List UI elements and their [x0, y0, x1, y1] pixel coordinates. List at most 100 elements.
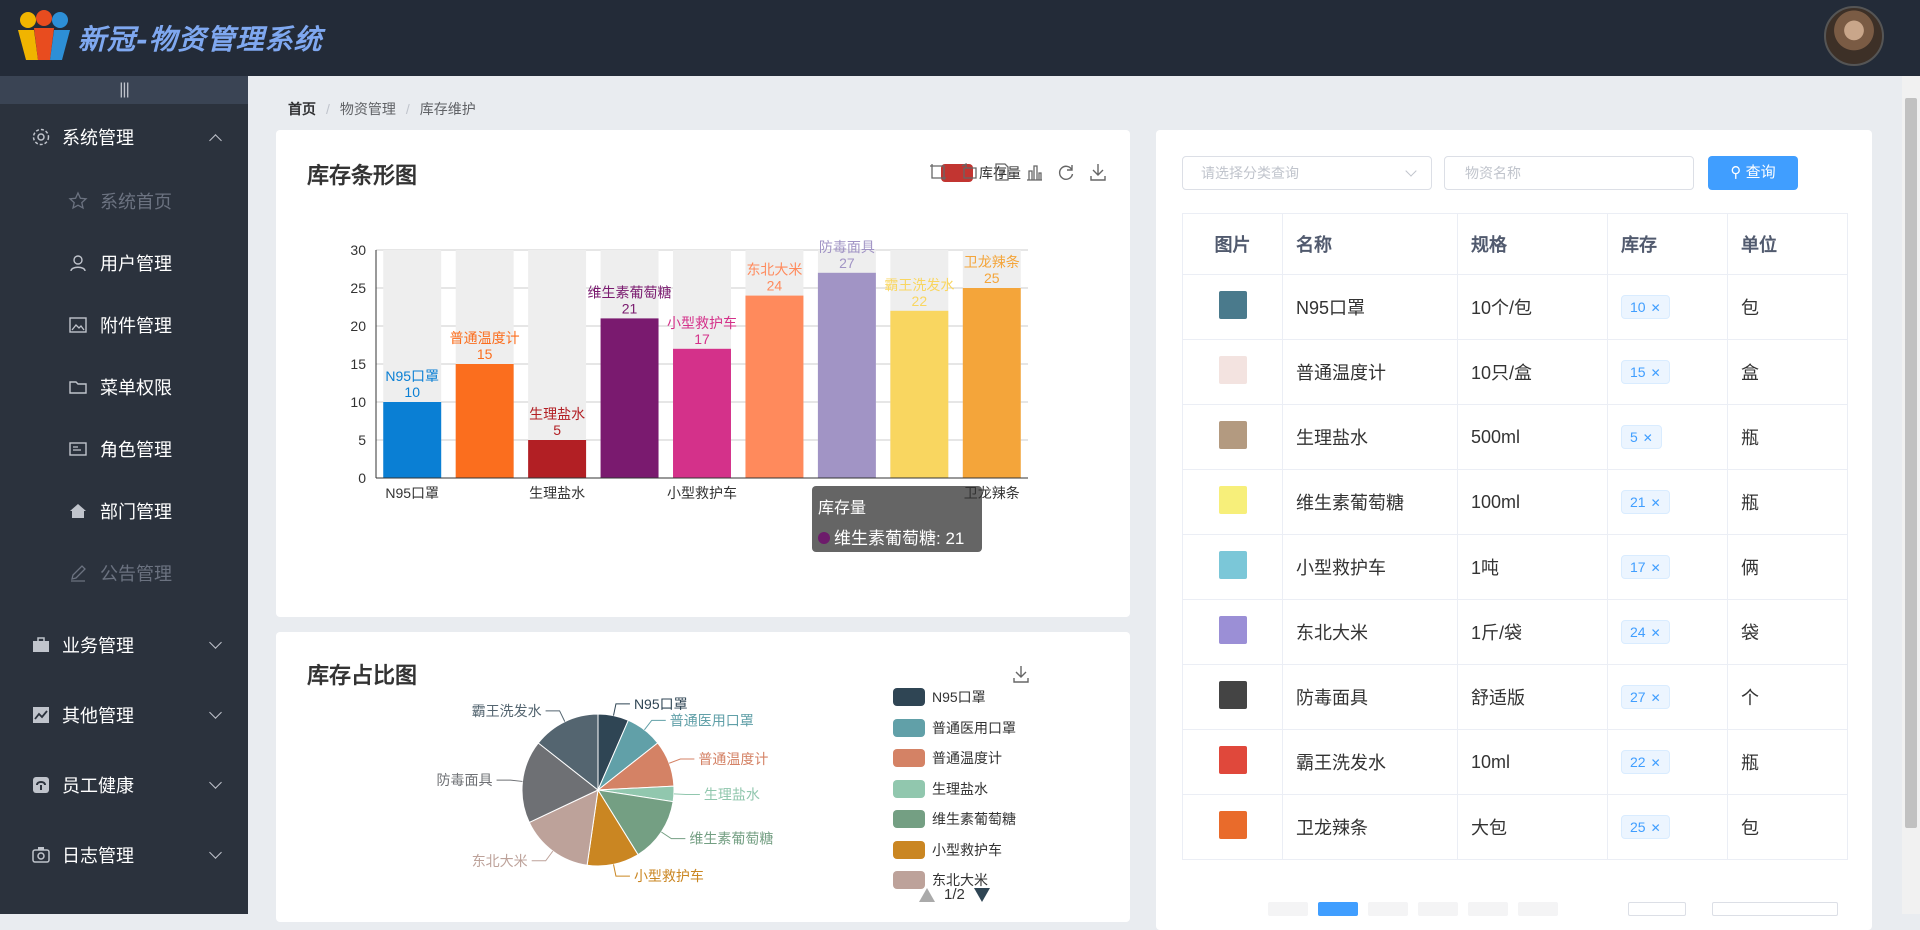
x-tick-label: 生理盐水 [529, 485, 585, 501]
sidebar-item-roles[interactable]: 角色管理 [0, 418, 248, 480]
name-placeholder: 物资名称 [1465, 165, 1521, 181]
bar-value: 25 [984, 270, 1000, 286]
chevron-down-icon [209, 776, 222, 789]
item-thumbnail[interactable] [1218, 615, 1247, 644]
row-stock-cell: 22 ✕ [1607, 729, 1728, 795]
bar[interactable] [383, 402, 442, 478]
stock-value: 22 [1630, 754, 1646, 770]
pie-label-line [531, 850, 554, 862]
bar-label: 霸王洗发水 [884, 277, 954, 293]
row-name: 维生素葡萄糖 [1282, 469, 1458, 535]
bar-label: 东北大米 [746, 262, 802, 278]
query-button[interactable]: ⚲ 查询 [1708, 156, 1798, 190]
y-tick-label: 15 [350, 356, 366, 372]
stock-tag: 24 ✕ [1621, 620, 1670, 644]
row-name: 卫龙辣条 [1282, 794, 1458, 860]
y-tick-label: 5 [358, 432, 366, 448]
close-icon[interactable]: ✕ [1651, 756, 1661, 770]
bar[interactable] [745, 295, 804, 478]
close-icon[interactable]: ✕ [1651, 366, 1661, 380]
close-icon[interactable]: ✕ [1651, 496, 1661, 510]
category-select[interactable]: 请选择分类查询 [1182, 156, 1432, 190]
bar[interactable] [455, 364, 514, 478]
bar[interactable] [673, 348, 731, 478]
bar-label: 普通温度计 [450, 330, 520, 346]
item-thumbnail[interactable] [1218, 290, 1247, 319]
chevron-down-icon [209, 706, 222, 719]
top-bar: 新冠-物资管理系统 [0, 0, 1920, 76]
item-thumbnail[interactable] [1218, 355, 1247, 384]
sidebar-group-other[interactable]: 其他管理 [0, 682, 248, 748]
bar[interactable] [962, 288, 1021, 478]
item-thumbnail[interactable] [1218, 810, 1247, 839]
sidebar-item-menu-permissions[interactable]: 菜单权限 [0, 356, 248, 418]
pie-legend-item[interactable]: 维生素葡萄糖 [893, 804, 1016, 835]
table-row: 生理盐水 500ml 5 ✕ 瓶 [1182, 404, 1848, 470]
table-row: 维生素葡萄糖 100ml 21 ✕ 瓶 [1182, 469, 1848, 535]
sidebar-group-business[interactable]: 业务管理 [0, 612, 248, 678]
breadcrumb-home[interactable]: 首页 [288, 101, 316, 117]
item-thumbnail[interactable] [1218, 745, 1247, 774]
sidebar-item-users[interactable]: 用户管理 [0, 232, 248, 294]
sidebar-group-logs[interactable]: 日志管理 [0, 822, 248, 888]
search-row: 请选择分类查询 物资名称 ⚲ 查询 [1182, 156, 1798, 190]
bar-label: 维生素葡萄糖 [588, 284, 672, 300]
chevron-down-icon [209, 636, 222, 649]
row-spec: 10ml [1457, 729, 1608, 795]
col-header-spec: 规格 [1457, 213, 1608, 275]
sidebar-item-departments[interactable]: 部门管理 [0, 480, 248, 542]
bar[interactable] [890, 310, 949, 478]
row-spec: 500ml [1457, 404, 1608, 470]
stock-value: 17 [1630, 559, 1646, 575]
pager-next-icon[interactable] [973, 887, 991, 903]
pie-legend-item[interactable]: 小型救护车 [893, 835, 1016, 866]
sidebar-collapse-toggle[interactable]: ||| [0, 76, 248, 104]
scrollbar-thumb[interactable] [1905, 98, 1917, 828]
pie-label: N95口罩 [634, 696, 688, 712]
sidebar-group-health[interactable]: 员工健康 [0, 752, 248, 818]
row-spec: 舒适版 [1457, 664, 1608, 730]
close-icon[interactable]: ✕ [1651, 821, 1661, 835]
row-image-cell [1182, 534, 1283, 600]
bar-value: 27 [839, 255, 855, 271]
pie-label-line [496, 779, 523, 782]
item-thumbnail[interactable] [1218, 485, 1247, 514]
item-thumbnail[interactable] [1218, 550, 1247, 579]
row-spec: 100ml [1457, 469, 1608, 535]
row-unit: 个 [1727, 664, 1848, 730]
bar[interactable] [817, 272, 876, 478]
sidebar-item-notices[interactable]: 公告管理 [0, 542, 248, 604]
page-scrollbar[interactable] [1902, 76, 1920, 914]
col-header-stock: 库存 [1607, 213, 1728, 275]
avatar[interactable] [1824, 6, 1884, 66]
sidebar-group-label: 系统管理 [62, 128, 134, 148]
row-image-cell [1182, 339, 1283, 405]
pager-prev-icon[interactable] [918, 887, 936, 903]
close-icon[interactable]: ✕ [1651, 691, 1661, 705]
row-stock-cell: 10 ✕ [1607, 274, 1728, 340]
pie-download-icon[interactable] [1011, 664, 1031, 684]
close-icon[interactable]: ✕ [1643, 431, 1653, 445]
sidebar-item-attachments[interactable]: 附件管理 [0, 294, 248, 356]
pie-legend-item[interactable]: 普通温度计 [893, 743, 1016, 774]
sidebar-group-system[interactable]: 系统管理 [0, 104, 248, 170]
name-input[interactable]: 物资名称 [1444, 156, 1694, 190]
item-thumbnail[interactable] [1218, 680, 1247, 709]
stock-tag: 27 ✕ [1621, 685, 1670, 709]
pie-legend-item[interactable]: N95口罩 [893, 682, 1016, 713]
pie-legend-item[interactable]: 普通医用口罩 [893, 713, 1016, 744]
close-icon[interactable]: ✕ [1651, 561, 1661, 575]
close-icon[interactable]: ✕ [1651, 626, 1661, 640]
bar[interactable] [528, 440, 587, 478]
close-icon[interactable]: ✕ [1651, 301, 1661, 315]
user-icon [68, 253, 88, 273]
bar[interactable] [600, 318, 659, 478]
item-thumbnail[interactable] [1218, 420, 1247, 449]
pie-legend-item[interactable]: 生理盐水 [893, 774, 1016, 805]
sidebar-item-home[interactable]: 系统首页 [0, 170, 248, 232]
pie-label-line [661, 831, 686, 840]
pie-label-line [668, 758, 695, 764]
row-name: 小型救护车 [1282, 534, 1458, 600]
postcard-icon [68, 439, 88, 459]
camera-icon [30, 844, 52, 866]
